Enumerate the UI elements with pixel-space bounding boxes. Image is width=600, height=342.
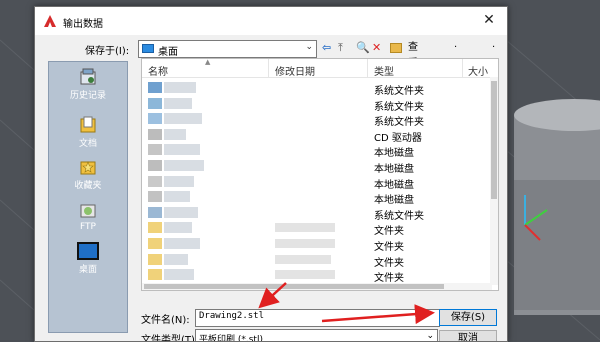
place-label: 历史记录 xyxy=(69,91,106,101)
place-history[interactable]: 历史记录 xyxy=(49,68,127,101)
file-name-blurred xyxy=(164,206,198,218)
file-row[interactable]: 文件夹 xyxy=(142,235,492,253)
new-folder-icon[interactable] xyxy=(390,43,402,53)
place-documents[interactable]: 文档 xyxy=(49,116,127,149)
horizontal-scrollbar[interactable] xyxy=(142,283,492,290)
column-headers: ▲ 名称 修改日期 类型 大小 xyxy=(142,58,498,78)
file-thumbnail-icon xyxy=(148,113,162,125)
documents-icon xyxy=(80,116,96,133)
desktop-folder-icon xyxy=(142,44,154,53)
column-type[interactable]: 类型 xyxy=(374,63,394,78)
desktop-icon xyxy=(77,242,99,260)
close-button[interactable]: ✕ xyxy=(481,12,497,28)
file-row[interactable]: 本地磁盘 xyxy=(142,141,492,159)
file-row[interactable]: CD 驱动器 xyxy=(142,126,492,144)
save-in-value: 桌面 xyxy=(158,47,178,58)
file-name-label: 文件名(N): xyxy=(141,315,190,326)
file-row[interactable]: 本地磁盘 xyxy=(142,188,492,206)
file-row[interactable]: 文件夹 xyxy=(142,266,492,285)
more-options[interactable]: · xyxy=(492,40,495,56)
file-row[interactable]: 系统文件夹 xyxy=(142,95,492,113)
dialog-title: 输出数据 xyxy=(63,19,103,30)
column-name[interactable]: 名称 xyxy=(148,63,168,78)
file-name-blurred xyxy=(164,128,186,140)
place-label: FTP xyxy=(80,222,96,232)
up-one-level-button[interactable]: ⤒ xyxy=(338,40,343,56)
file-row[interactable]: 文件夹 xyxy=(142,219,492,237)
file-list[interactable]: ▲ 名称 修改日期 类型 大小 系统文件夹 系统文件夹 系统文件夹 CD 驱动器 本地磁… xyxy=(141,58,499,291)
file-row[interactable]: 本地磁盘 xyxy=(142,157,492,175)
file-name-blurred xyxy=(164,269,194,281)
save-dialog: 输出数据 ✕ 保存于(I): 桌面 ⌄ ⇦ ⤒ 🔍 ✕ 查看(V) · 工具(L… xyxy=(34,6,508,342)
file-type-dropdown[interactable]: 平板印刷 (*.stl) ⌄ xyxy=(195,329,438,342)
title-bar: 输出数据 ✕ xyxy=(35,7,507,35)
tools-menu[interactable]: · 工具(L) xyxy=(454,40,467,101)
file-name-blurred xyxy=(164,253,188,265)
ftp-icon xyxy=(80,204,96,218)
column-size[interactable]: 大小 xyxy=(468,63,488,78)
file-row[interactable]: 系统文件夹 xyxy=(142,204,492,222)
file-thumbnail-icon xyxy=(148,191,162,203)
sort-ascending-icon: ▲ xyxy=(205,58,211,66)
file-name-blurred xyxy=(164,113,202,125)
file-name-blurred xyxy=(164,238,200,249)
file-row[interactable]: 本地磁盘 xyxy=(142,173,492,191)
save-in-dropdown[interactable]: 桌面 ⌄ xyxy=(138,40,317,58)
place-label: 文档 xyxy=(78,139,97,149)
places-bar: 历史记录 文档 收藏夹 FTP 桌面 xyxy=(48,61,128,333)
file-name-blurred xyxy=(164,144,200,156)
file-name-blurred xyxy=(164,97,192,109)
file-thumbnail-icon xyxy=(148,97,162,109)
file-row[interactable]: 系统文件夹 xyxy=(142,110,492,128)
file-type-value: 平板印刷 (*.stl) xyxy=(199,335,263,342)
file-thumbnail-icon xyxy=(148,128,162,140)
file-date-blurred xyxy=(275,223,335,233)
chevron-down-icon: ⌄ xyxy=(305,42,313,52)
back-button[interactable]: ⇦ xyxy=(322,40,331,56)
file-name-blurred xyxy=(164,222,192,234)
file-thumbnail-icon xyxy=(148,222,162,234)
file-thumbnail-icon xyxy=(148,206,162,218)
favorites-icon xyxy=(80,161,96,175)
file-thumbnail-icon xyxy=(148,269,162,281)
history-icon xyxy=(80,68,96,85)
file-type-cell: 文件夹 xyxy=(374,273,404,285)
view-menu[interactable]: 查看(V) xyxy=(408,40,423,85)
file-date-blurred xyxy=(275,239,335,248)
file-thumbnail-icon xyxy=(148,175,162,187)
cancel-button[interactable]: 取消 xyxy=(439,330,497,341)
file-thumbnail-icon xyxy=(148,253,162,265)
place-favorites[interactable]: 收藏夹 xyxy=(49,158,127,191)
file-thumbnail-icon xyxy=(148,144,162,156)
file-name-blurred xyxy=(164,82,196,93)
file-name-blurred xyxy=(164,160,204,171)
save-in-label: 保存于(I): xyxy=(85,46,130,57)
place-desktop[interactable]: 桌面 xyxy=(49,242,127,275)
column-modified-date[interactable]: 修改日期 xyxy=(275,63,315,78)
file-name-blurred xyxy=(164,191,190,203)
autocad-app-icon xyxy=(44,15,56,27)
file-name-value: Drawing2.stl xyxy=(199,311,265,321)
place-label: 桌面 xyxy=(78,265,97,275)
file-date-blurred xyxy=(275,270,335,280)
file-date-blurred xyxy=(275,254,331,264)
file-type-label: 文件类型(T): xyxy=(141,335,199,342)
place-label: 收藏夹 xyxy=(74,181,102,191)
save-button[interactable]: 保存(S) xyxy=(439,309,497,326)
vertical-scrollbar[interactable] xyxy=(490,77,498,285)
file-thumbnail-icon xyxy=(148,160,162,171)
delete-button[interactable]: ✕ xyxy=(372,40,381,56)
file-row[interactable]: 文件夹 xyxy=(142,251,492,269)
file-row[interactable]: 系统文件夹 xyxy=(142,79,492,97)
file-name-blurred xyxy=(164,175,194,187)
cylinder-model xyxy=(514,99,600,315)
search-web-button[interactable]: 🔍 xyxy=(356,40,370,56)
place-ftp[interactable]: FTP xyxy=(49,202,127,232)
file-name-input[interactable]: Drawing2.stl xyxy=(195,309,440,327)
file-thumbnail-icon xyxy=(148,238,162,249)
file-thumbnail-icon xyxy=(148,82,162,93)
